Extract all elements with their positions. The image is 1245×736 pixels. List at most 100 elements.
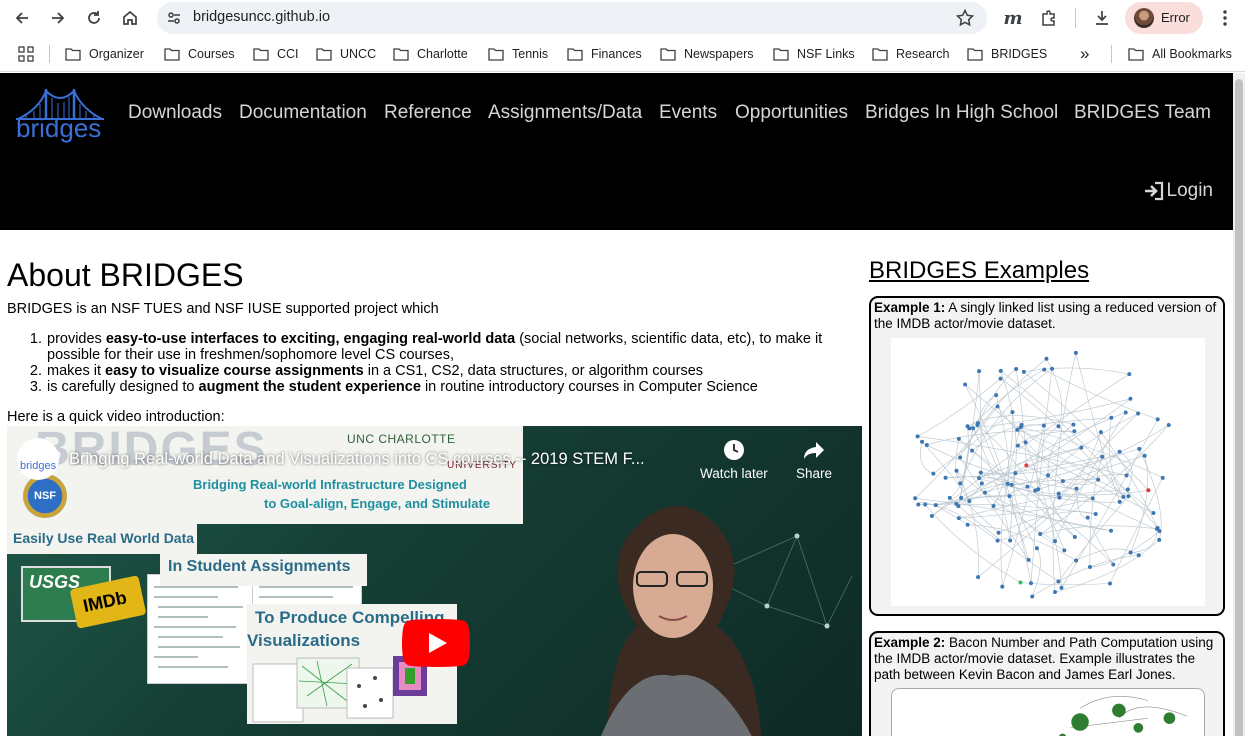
graph-node — [1151, 510, 1156, 515]
graph-node — [1087, 564, 1092, 569]
graph-node — [929, 513, 934, 518]
graph-node — [1053, 590, 1058, 595]
graph-node — [1007, 494, 1012, 499]
extension-m-icon[interactable]: m — [999, 4, 1027, 32]
home-icon[interactable] — [116, 4, 144, 32]
graph-node — [1100, 454, 1105, 459]
feature-text-bold: augment the student experience — [198, 379, 421, 395]
graph-node — [958, 455, 963, 460]
graph-node — [1128, 396, 1133, 401]
feature-text-bold: easy-to-use interfaces to exciting, enga… — [105, 331, 516, 347]
bookmark-courses[interactable]: Courses — [164, 45, 235, 63]
bookmark-charlotte[interactable]: Charlotte — [393, 45, 468, 63]
graph-node — [1074, 486, 1079, 491]
bookmark-organizer[interactable]: Organizer — [65, 45, 144, 63]
graph-node — [975, 423, 980, 428]
bookmark-star-icon[interactable] — [955, 8, 975, 28]
folder-icon — [967, 48, 983, 61]
bookmark-newspapers[interactable]: Newspapers — [660, 45, 753, 63]
graph-node — [1098, 430, 1103, 435]
graph-node — [1056, 424, 1061, 429]
graph-node — [1079, 445, 1084, 450]
graph-node — [1127, 372, 1132, 377]
nav-downloads[interactable]: Downloads — [128, 102, 222, 124]
graph-node — [982, 490, 987, 495]
bookmark-bridges[interactable]: BRIDGES — [967, 45, 1047, 63]
bookmarks-divider — [49, 45, 50, 63]
slide-easily-use: Easily Use Real World Data — [7, 524, 197, 554]
nav-assignments-data[interactable]: Assignments/Data — [488, 102, 642, 124]
nav-bridges-team[interactable]: BRIDGES Team — [1074, 102, 1211, 124]
bookmark-label: Courses — [188, 47, 235, 61]
graph-edge — [924, 504, 1021, 583]
graph-node — [998, 376, 1003, 381]
bookmark-research[interactable]: Research — [872, 45, 950, 63]
bookmark-label: BRIDGES — [991, 47, 1048, 61]
graph-edge — [1130, 455, 1148, 553]
graph-node — [947, 495, 952, 500]
bookmark-tennis[interactable]: Tennis — [488, 45, 548, 63]
downloads-icon[interactable] — [1088, 4, 1116, 32]
site-settings-icon[interactable] — [165, 9, 183, 27]
browser-menu-icon[interactable] — [1211, 4, 1239, 32]
back-icon[interactable] — [8, 4, 36, 32]
login-link[interactable]: Login — [1143, 180, 1213, 202]
slide-produce-line2: Visualizations — [247, 631, 361, 650]
graph-edge — [1052, 352, 1077, 593]
bookmarks-overflow-button[interactable]: » — [1080, 44, 1089, 63]
examples-title[interactable]: BRIDGES Examples — [869, 257, 1089, 285]
graph-node — [1121, 494, 1126, 499]
all-bookmarks-button[interactable]: All Bookmarks — [1128, 45, 1232, 63]
graph-node — [976, 575, 981, 580]
extensions-puzzle-icon[interactable] — [1035, 4, 1063, 32]
channel-avatar[interactable]: bridges — [17, 438, 59, 480]
graph-edge — [1040, 525, 1157, 535]
slide-easily-text: Easily Use Real World Data — [13, 530, 195, 546]
graph-node — [1009, 482, 1014, 487]
play-button-icon[interactable] — [402, 619, 470, 667]
feature-number: 1. — [29, 331, 42, 347]
graph-node — [978, 470, 983, 475]
video-title[interactable]: Bringing Real-world Data and Visualizati… — [69, 450, 645, 469]
site-header: bridges Downloads Documentation Reference A… — [0, 73, 1233, 230]
graph-node — [963, 382, 968, 387]
reload-icon[interactable] — [80, 4, 108, 32]
share-button[interactable]: Share — [796, 438, 832, 481]
watch-later-button[interactable]: Watch later — [700, 438, 768, 481]
profile-button[interactable]: Error — [1125, 2, 1203, 34]
graph-node — [1026, 557, 1031, 562]
video-intro-text: Here is a quick video introduction: — [7, 409, 225, 425]
graph-node — [954, 468, 959, 473]
forward-icon[interactable] — [44, 4, 72, 32]
logo-text: bridges — [16, 113, 102, 143]
youtube-video-embed[interactable]: BRIDGES UNC CHARLOTTE UNIVERSITY NSF Bri… — [7, 426, 862, 736]
nav-documentation[interactable]: Documentation — [239, 102, 367, 124]
bridges-logo[interactable]: bridges — [12, 85, 108, 145]
nav-bridges-in-high-school[interactable]: Bridges In High School — [865, 102, 1058, 124]
graph-node — [1062, 548, 1067, 553]
folder-icon — [660, 48, 676, 61]
graph-node — [1090, 496, 1095, 501]
graph-node — [1021, 369, 1026, 374]
address-bar[interactable]: bridgesuncc.github.io — [157, 2, 987, 34]
scrollbar-thumb[interactable] — [1235, 79, 1243, 736]
nav-reference[interactable]: Reference — [384, 102, 472, 124]
graph-node — [1015, 443, 1020, 448]
bookmark-finances[interactable]: Finances — [567, 45, 642, 63]
graph-node — [1157, 537, 1162, 542]
url-text[interactable]: bridgesuncc.github.io — [193, 9, 330, 25]
feature-text-pre: makes it — [47, 363, 106, 379]
example-card-1[interactable]: Example 1: A singly linked list using a … — [869, 296, 1225, 616]
nav-opportunities[interactable]: Opportunities — [735, 102, 848, 124]
example-card-2[interactable]: Example 2: Bacon Number and Path Computa… — [869, 631, 1225, 736]
bookmark-nsf-links[interactable]: NSF Links — [773, 45, 855, 63]
page-scrollbar[interactable] — [1233, 73, 1245, 736]
graph-node — [996, 530, 1001, 535]
nav-events[interactable]: Events — [659, 102, 717, 124]
bookmark-uncc[interactable]: UNCC — [316, 45, 376, 63]
graph-node — [1060, 479, 1065, 484]
apps-grid-icon[interactable] — [12, 40, 40, 68]
graph-node — [1023, 440, 1028, 445]
bookmark-cci[interactable]: CCI — [253, 45, 299, 63]
page-title: About BRIDGES — [7, 257, 244, 293]
